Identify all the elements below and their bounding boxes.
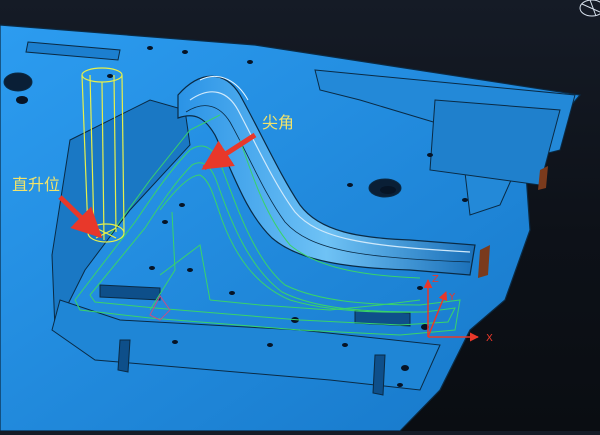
- axis-x-label: X: [486, 333, 493, 344]
- view-cube-icon[interactable]: [579, 0, 600, 17]
- annotation-sharp-corner-label: 尖角: [262, 113, 294, 132]
- axis-y-label: Y: [448, 292, 456, 303]
- annotation-straight-lift-label: 直升位: [12, 175, 60, 194]
- viewport-canvas[interactable]: 尖角 直升位 X Y Z: [0, 0, 600, 432]
- axis-z-label: Z: [432, 274, 439, 285]
- cad-3d-viewport[interactable]: 尖角 直升位 X Y Z: [0, 0, 600, 432]
